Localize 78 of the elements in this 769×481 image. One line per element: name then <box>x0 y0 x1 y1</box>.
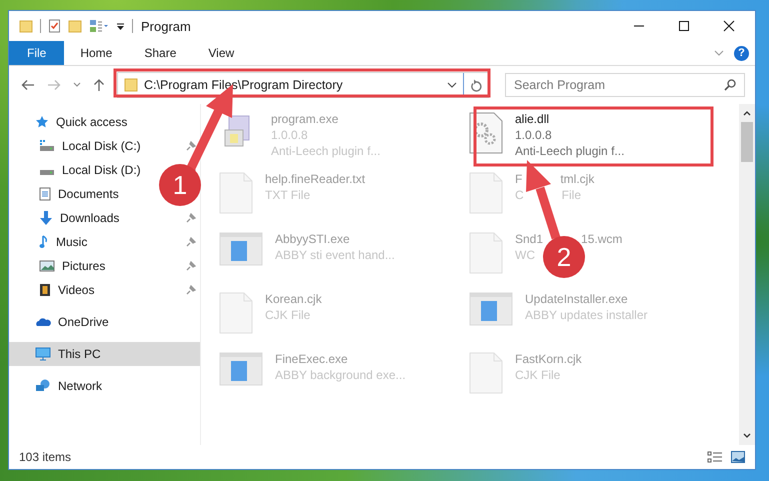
file-detail: ABBY sti event hand... <box>275 248 395 262</box>
large-icons-view-icon[interactable] <box>731 451 745 463</box>
chevron-down-icon[interactable] <box>447 81 457 89</box>
file-detail: Anti-Leech plugin f... <box>515 144 624 158</box>
cloud-icon <box>35 317 51 327</box>
pin-icon[interactable] <box>186 141 196 151</box>
close-icon[interactable] <box>723 20 735 32</box>
view-icon[interactable] <box>89 19 109 33</box>
sidebar-item[interactable]: Documents <box>9 182 119 206</box>
help-button[interactable]: ? <box>734 46 749 60</box>
sidebar-item[interactable]: Music <box>9 230 88 254</box>
pin-icon[interactable] <box>186 285 196 295</box>
search-field[interactable]: Search Program <box>505 73 745 97</box>
back-arrow-icon[interactable] <box>21 79 35 91</box>
folder-icon[interactable] <box>68 19 82 33</box>
file-detail: TXT File <box>265 188 312 202</box>
sidebar-item[interactable]: Downloads <box>9 206 120 230</box>
search-icon <box>724 79 736 91</box>
file-detail: Anti-Leech plugin f... <box>271 144 380 158</box>
film-icon <box>39 283 51 297</box>
gear-file-icon <box>469 112 503 154</box>
address-path: C:\Program Files\Program Directory <box>144 78 344 92</box>
scroll-thumb[interactable] <box>741 122 753 162</box>
sidebar-item[interactable]: Quick access <box>9 110 200 134</box>
ribbon-tab[interactable]: Share <box>128 41 192 65</box>
scrollbar[interactable] <box>739 104 755 445</box>
app-window-icon <box>469 292 513 326</box>
file-detail: WC <box>515 248 535 262</box>
file-detail: 1.0.0.8 <box>515 128 553 142</box>
customize-caret-icon[interactable] <box>116 21 125 31</box>
refresh-icon[interactable] <box>470 78 482 92</box>
image-icon <box>39 260 55 272</box>
sidebar-item[interactable]: Videos <box>9 278 94 302</box>
ribbon-tab[interactable]: Home <box>64 41 128 65</box>
sidebar-item[interactable]: This PC <box>9 342 200 366</box>
monitor-icon <box>35 347 51 361</box>
window-title: Program <box>141 18 191 34</box>
star-icon <box>35 115 49 129</box>
app-window-icon <box>219 232 263 266</box>
pin-icon[interactable] <box>186 213 196 223</box>
sidebar-item[interactable]: Local Disk (C:) <box>9 134 141 158</box>
blank-file-icon <box>469 172 503 214</box>
network-icon <box>35 379 51 393</box>
sidebar-item[interactable]: Network <box>9 374 200 398</box>
app-window-icon <box>219 352 263 386</box>
document-icon <box>39 187 51 201</box>
sidebar-item[interactable]: Pictures <box>9 254 106 278</box>
maximize-icon[interactable] <box>678 20 690 32</box>
blank-file-icon <box>219 292 253 334</box>
blank-file-icon <box>469 232 503 274</box>
pin-icon[interactable] <box>186 261 196 271</box>
file-detail: ABBY updates installer <box>525 308 648 322</box>
file-name[interactable]: alie.dll <box>515 112 624 126</box>
file-detail: C <box>515 188 524 202</box>
scroll-down-icon[interactable] <box>743 433 751 439</box>
blank-file-icon <box>219 172 253 214</box>
file-detail: File <box>562 188 582 202</box>
pin-icon[interactable] <box>186 237 196 247</box>
item-count: 103 items <box>19 450 72 464</box>
ribbon-tab[interactable]: File <box>9 41 64 65</box>
file-detail: CJK File <box>515 368 562 382</box>
file-detail: CJK File <box>265 308 312 322</box>
properties-icon[interactable] <box>48 19 61 33</box>
sidebar-item[interactable]: OneDrive <box>9 310 200 334</box>
scroll-up-icon[interactable] <box>743 110 751 116</box>
file-detail: ABBY background exe... <box>275 368 406 382</box>
step-badge: 1 <box>159 164 201 206</box>
blank-file-icon <box>469 352 503 394</box>
details-view-icon[interactable] <box>707 451 723 463</box>
up-arrow-icon[interactable] <box>93 78 105 92</box>
music-note-icon <box>39 235 49 249</box>
download-arrow-icon <box>39 211 53 225</box>
folder-icon <box>124 78 138 92</box>
sidebar-item[interactable]: Local Disk (D:) <box>9 158 141 182</box>
file-detail: 1.0.0.8 <box>271 128 309 142</box>
folder-icon[interactable] <box>19 19 33 33</box>
ribbon-tab[interactable]: View <box>192 41 250 65</box>
drive-icon <box>39 140 55 152</box>
